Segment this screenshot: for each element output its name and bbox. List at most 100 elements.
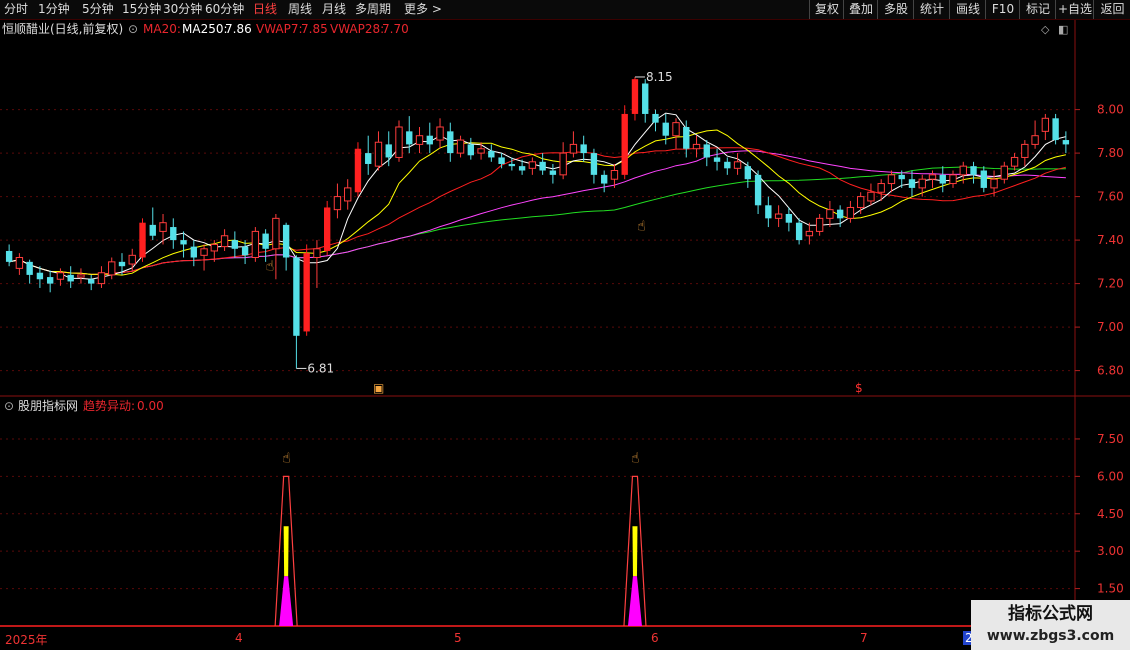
candle-body — [528, 161, 537, 169]
pointer-hand-icon: ☝ — [631, 450, 640, 466]
spike-magenta — [279, 576, 294, 626]
spike-magenta — [627, 576, 642, 626]
candle-body — [733, 161, 742, 169]
event-box-icon[interactable]: ▣ — [373, 381, 384, 395]
period-tab-4[interactable]: 30分钟 — [163, 1, 202, 17]
candle-body — [508, 163, 516, 167]
candle-body — [231, 240, 239, 249]
indicator-tick-label: 1.50 — [1097, 582, 1124, 596]
candle-body — [210, 243, 219, 252]
candle-body — [15, 257, 24, 269]
candle-body — [190, 246, 197, 258]
candle-body — [939, 174, 946, 184]
candle-body — [282, 224, 290, 258]
candle-body — [139, 222, 146, 258]
ma10-line — [8, 129, 1067, 276]
period-tab-9[interactable]: 多周期 — [355, 1, 391, 17]
candle-body — [456, 139, 465, 154]
indicator-chart[interactable]: 7.50 6.00 4.50 3.00 1.50 ☝ ☝ — [0, 397, 1130, 630]
candle-body — [815, 217, 824, 232]
candle-body — [949, 174, 957, 185]
candle-body — [703, 144, 710, 158]
watermark-url: www.zbgs3.com — [986, 628, 1115, 644]
indicator-tick-label: 7.50 — [1097, 432, 1124, 446]
candle-body — [692, 143, 701, 150]
candle-body — [251, 230, 260, 258]
price-tick-label: 8.00 — [1097, 103, 1124, 117]
period-tab-7[interactable]: 周线 — [288, 1, 312, 17]
candle-body — [97, 272, 106, 285]
candle-body — [108, 261, 116, 276]
dividend-dollar-icon[interactable]: $ — [855, 381, 863, 395]
indicator-tick-label: 3.00 — [1097, 544, 1124, 558]
candle-body — [774, 213, 783, 219]
candle-body — [1062, 140, 1070, 145]
candle-body — [631, 79, 639, 114]
toolbar-button-5[interactable]: F10 — [985, 0, 1020, 19]
candle-body — [805, 230, 814, 237]
low-marker-label: 6.81 — [307, 361, 334, 375]
candle-body — [744, 166, 752, 180]
diamond-icon[interactable]: ◇ — [1041, 23, 1050, 36]
candle-body — [980, 170, 987, 188]
candle-body — [374, 141, 383, 167]
candle-body — [262, 233, 269, 249]
candle-body — [765, 205, 772, 219]
candle-body — [415, 135, 424, 145]
panel-toggle-icon[interactable]: ◧ — [1058, 23, 1068, 36]
period-tab-5[interactable]: 60分钟 — [205, 1, 244, 17]
candle-body — [344, 187, 352, 202]
candle-body — [539, 161, 546, 171]
period-tab-2[interactable]: 5分钟 — [82, 1, 114, 17]
candle-body — [56, 272, 65, 280]
candle-body — [970, 166, 977, 175]
period-tab-10[interactable]: 更多 > — [404, 1, 442, 17]
price-tick-label: 7.80 — [1097, 146, 1124, 160]
toolbar-button-4[interactable]: 画线 — [949, 0, 986, 19]
candle-body — [365, 153, 372, 164]
toolbar-button-6[interactable]: 标记 — [1019, 0, 1056, 19]
candle-body — [1021, 143, 1029, 158]
candle-body — [477, 148, 485, 154]
candle-body — [5, 250, 13, 262]
period-toolbar: 分时 1分钟 5分钟 15分钟 30分钟 60分钟 日线 周线 月线 多周期 更多 > 复权 叠加 多股统… — [0, 0, 1130, 20]
period-tab-1[interactable]: 1分钟 — [38, 1, 70, 17]
candle-body — [67, 274, 74, 282]
candle-body — [77, 274, 85, 278]
toolbar-button-1[interactable]: 叠加 — [843, 0, 878, 19]
spike-yellow — [283, 526, 289, 577]
candle-body — [642, 83, 649, 114]
candle-body — [323, 207, 331, 251]
candle-body — [1041, 117, 1050, 132]
candle-body — [569, 143, 578, 154]
candle-body — [354, 148, 362, 193]
candle-body — [272, 217, 280, 250]
price-tick-label: 7.60 — [1097, 190, 1124, 204]
pointer-hand-icon: ☝ — [282, 450, 291, 466]
period-tab-0[interactable]: 分时 — [4, 1, 28, 17]
candle-body — [426, 135, 433, 145]
toolbar-button-3[interactable]: 统计 — [913, 0, 950, 19]
candle-body — [652, 113, 659, 123]
month-label-6: 6 — [651, 631, 659, 645]
candle-body — [887, 174, 896, 185]
period-tab-3[interactable]: 15分钟 — [122, 1, 161, 17]
candle-body — [395, 126, 403, 158]
period-tab-6[interactable]: 日线 — [253, 1, 277, 17]
candle-body — [846, 206, 855, 219]
price-tick-label: 7.00 — [1097, 320, 1124, 334]
period-tab-8[interactable]: 月线 — [322, 1, 346, 17]
candle-body — [488, 150, 495, 158]
candle-body — [826, 209, 834, 219]
candle-body — [180, 240, 187, 245]
toolbar-button-7[interactable]: +自选 — [1055, 0, 1094, 19]
toolbar-button-0[interactable]: 复权 — [809, 0, 844, 19]
candle-body — [518, 166, 526, 171]
price-chart[interactable]: 6.80 7.00 7.20 7.40 7.60 7.80 8.00 8.15 6.81 ☝ ☝ ▣ $… — [0, 20, 1130, 398]
candle-body — [200, 248, 208, 256]
toolbar-button-8[interactable]: 返回 — [1093, 0, 1130, 19]
toolbar-button-2[interactable]: 多股 — [877, 0, 914, 19]
candle-body — [26, 261, 33, 275]
candle-body — [877, 183, 885, 193]
candle-body — [990, 178, 998, 189]
